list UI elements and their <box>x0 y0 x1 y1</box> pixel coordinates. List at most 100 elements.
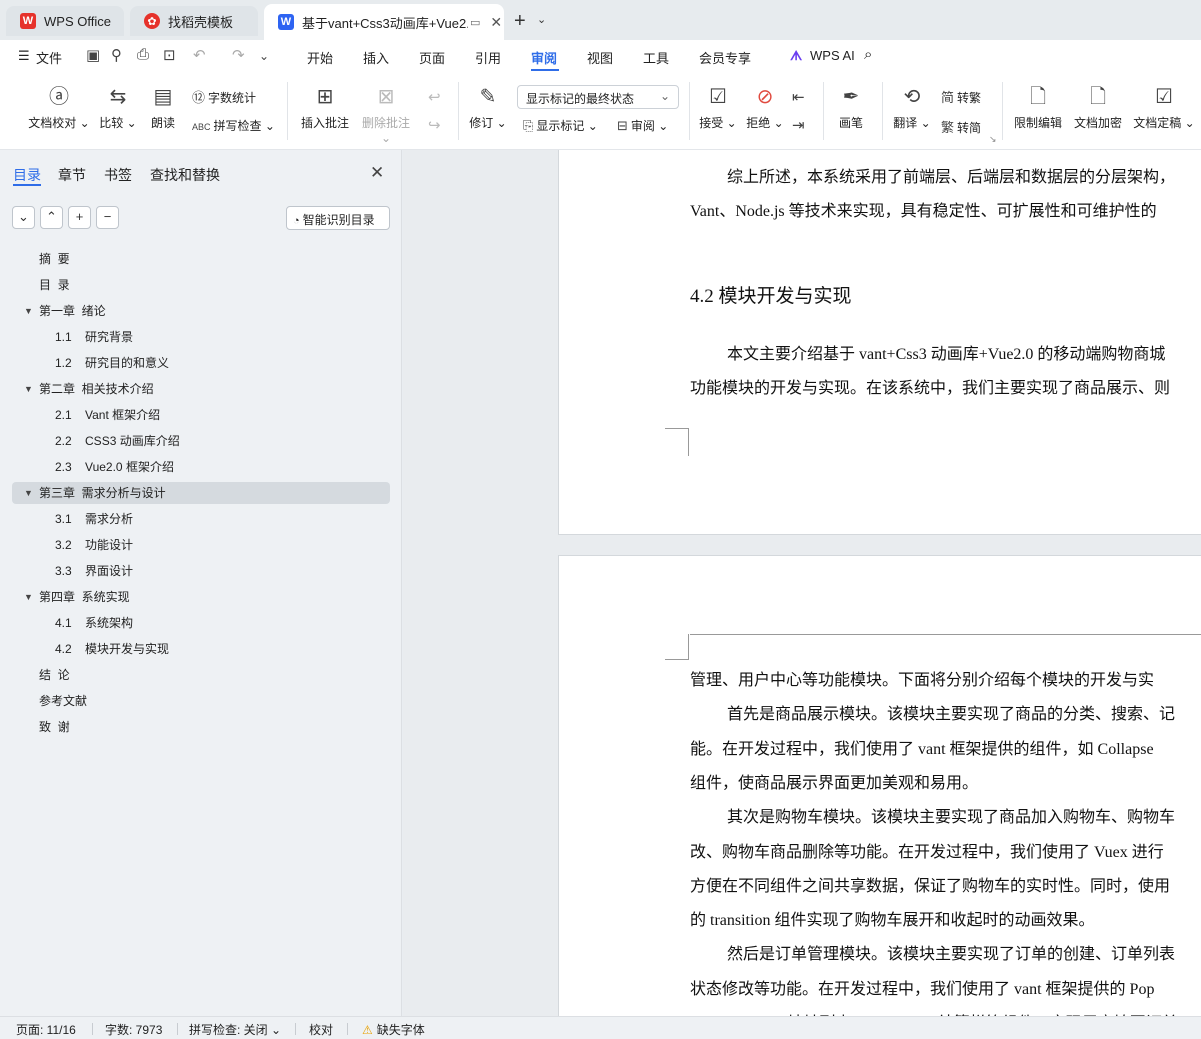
menu-member[interactable]: 会员专享 <box>699 48 751 67</box>
insert-comment-button[interactable]: ⊞ 插入批注 <box>298 86 352 131</box>
prev-change-icon[interactable]: ⇤ <box>792 88 805 106</box>
expand-arrow-icon[interactable]: ▼ <box>24 482 33 504</box>
save-icon[interactable]: ▣ <box>86 46 100 64</box>
to-traditional-button[interactable]: 简转繁 <box>941 87 981 106</box>
toc-item[interactable]: ▼ 第二章 相关技术介绍 <box>12 378 390 400</box>
read-aloud-icon: ▤ <box>153 86 173 108</box>
next-comment-icon[interactable]: ↪ <box>428 116 441 134</box>
nav-tab-find-replace[interactable]: 查找和替换 <box>150 165 220 185</box>
nav-tab-sections[interactable]: 章节 <box>58 165 86 185</box>
paragraph-line: 然后是订单管理模块。该模块主要实现了订单的创建、订单列表 <box>727 946 1176 963</box>
show-markup-button[interactable]: ⎘ 显示标记 ⌄ <box>523 117 598 134</box>
expand-arrow-icon[interactable]: ▼ <box>24 300 33 322</box>
toc-item[interactable]: 4.2 模块开发与实现 <box>12 638 390 660</box>
encrypt-button[interactable]: 🗋 文档加密 <box>1072 86 1124 131</box>
menu-references[interactable]: 引用 <box>475 48 501 67</box>
markup-state-select[interactable]: 显示标记的最终状态 ⌄ <box>517 85 679 109</box>
remove-heading-button[interactable]: − <box>96 206 119 229</box>
toc-item[interactable]: 3.2 功能设计 <box>12 534 390 556</box>
expand-arrow-icon[interactable]: ▼ <box>24 378 33 400</box>
finalize-button[interactable]: ☑ 文档定稿 ⌄ <box>1132 86 1196 131</box>
review-pane-button[interactable]: ⊟ 审阅 ⌄ <box>617 117 668 134</box>
menu-review[interactable]: 审阅 <box>531 48 557 67</box>
share-icon[interactable]: ⚲ <box>111 46 122 64</box>
toc-item[interactable]: 2.3 Vue2.0 框架介绍 <box>12 456 390 478</box>
restrict-edit-icon: 🗋 <box>1029 86 1047 108</box>
toc-item[interactable]: 2.2 CSS3 动画库介绍 <box>12 430 390 452</box>
pen-button[interactable]: ✒ 画笔 <box>834 86 868 131</box>
tab-docer-templates[interactable]: ✿ 找稻壳模板 <box>130 6 258 36</box>
toc-item[interactable]: 摘 要 <box>12 248 390 270</box>
chevron-down-icon[interactable]: ⌄ <box>537 13 546 26</box>
nav-tab-toc[interactable]: 目录 <box>13 165 41 185</box>
menu-page[interactable]: 页面 <box>419 48 445 67</box>
tab-wps-office[interactable]: W WPS Office <box>6 6 124 36</box>
toc-item-label: 参考文献 <box>39 694 88 708</box>
tab-document[interactable]: W 基于vant+Css3动画库+Vue2. ▭ ✕ <box>264 4 504 40</box>
toc-item[interactable]: 1.2 研究目的和意义 <box>12 352 390 374</box>
print-icon[interactable]: ⎙ <box>137 46 149 63</box>
restrict-edit-label: 限制编辑 <box>1013 116 1062 130</box>
add-heading-button[interactable]: + <box>68 206 91 229</box>
paragraph-line: 首先是商品展示模块。该模块主要实现了商品的分类、搜索、记 <box>727 706 1176 723</box>
finalize-label: 文档定稿 <box>1133 116 1182 130</box>
expand-all-button[interactable]: ⌄ <box>12 206 35 229</box>
menu-home[interactable]: 开始 <box>307 48 333 67</box>
restrict-edit-button[interactable]: 🗋 限制编辑 <box>1012 86 1064 131</box>
toc-item[interactable]: 2.1 Vant 框架介绍 <box>12 404 390 426</box>
proof-status[interactable]: 校对 <box>309 1021 333 1038</box>
word-count-indicator[interactable]: 字数: 7973 <box>105 1021 162 1038</box>
spell-check-button[interactable]: ABC 拼写检查 ⌄ <box>192 117 275 134</box>
menu-tools[interactable]: 工具 <box>643 48 669 67</box>
toc-item[interactable]: ▼ 第三章 需求分析与设计 <box>12 482 390 504</box>
menu-insert[interactable]: 插入 <box>363 48 389 67</box>
spell-check-status[interactable]: 拼写检查: 关闭 ⌄ <box>189 1021 281 1038</box>
search-icon[interactable]: ⌕ <box>864 46 872 63</box>
missing-font-indicator[interactable]: ⚠ 缺失字体 <box>362 1021 425 1038</box>
toc-item[interactable]: 参考文献 <box>12 690 390 712</box>
menu-view[interactable]: 视图 <box>587 48 613 67</box>
translate-icon: ⟲ <box>903 86 921 108</box>
expand-arrow-icon[interactable]: ▼ <box>24 586 33 608</box>
expand-group-icon[interactable]: ↘ <box>989 134 997 145</box>
next-change-icon[interactable]: ⇥ <box>792 116 805 134</box>
print-preview-icon[interactable]: ⊡ <box>163 46 176 64</box>
nav-tab-bookmarks[interactable]: 书签 <box>104 165 132 185</box>
smart-toc-button[interactable]: ◔ 智能识别目录 <box>286 206 390 230</box>
toc-item[interactable]: 4.1 系统架构 <box>12 612 390 634</box>
compare-button[interactable]: ⇆ 比较 ⌄ <box>97 86 139 131</box>
toc-item[interactable]: 3.3 界面设计 <box>12 560 390 582</box>
track-changes-button[interactable]: ✎ 修订 ⌄ <box>468 86 508 131</box>
toc-item[interactable]: ▼ 第一章 绪论 <box>12 300 390 322</box>
prev-comment-icon[interactable]: ↩ <box>428 88 441 106</box>
collapse-all-button[interactable]: ⌃ <box>40 206 63 229</box>
toc-item[interactable]: 致 谢 <box>12 716 390 738</box>
toc-item[interactable]: 目 录 <box>12 274 390 296</box>
redo-icon[interactable]: ↷ <box>232 46 245 64</box>
toc-item[interactable]: 结 论 <box>12 664 390 686</box>
undo-icon[interactable]: ↶ <box>193 46 206 64</box>
to-simplified-button[interactable]: 繁转简 <box>941 117 981 136</box>
toc-item-label: 第二章 相关技术介绍 <box>39 382 154 396</box>
delete-comment-button[interactable]: ⊠ 删除批注 ⌄ <box>358 86 414 145</box>
read-aloud-button[interactable]: ▤ 朗读 <box>145 86 181 131</box>
accept-button[interactable]: ☑ 接受 ⌄ <box>698 86 738 131</box>
close-tab-icon[interactable]: ✕ <box>490 14 502 31</box>
toc-item[interactable]: 3.1 需求分析 <box>12 508 390 530</box>
proofread-button[interactable]: ⓐ 文档校对 ⌄ <box>28 86 90 131</box>
toc-item[interactable]: 1.1 研究背景 <box>12 326 390 348</box>
page-indicator[interactable]: 页面: 11/16 <box>16 1021 76 1038</box>
toc-item[interactable]: ▼ 第四章 系统实现 <box>12 586 390 608</box>
paragraph-line: 综上所述，本系统采用了前端层、后端层和数据层的分层架构， <box>727 169 1176 186</box>
close-icon[interactable]: ✕ <box>370 163 384 183</box>
track-changes-label: 修订 <box>469 116 494 130</box>
menu-wps-ai[interactable]: WPS AI <box>810 48 855 63</box>
hamburger-icon[interactable]: ☰ <box>18 48 30 64</box>
word-count-button[interactable]: ⑫ 字数统计 <box>192 87 256 106</box>
more-chevron-icon[interactable]: ⌄ <box>259 49 269 63</box>
pen-label: 画笔 <box>838 116 863 130</box>
reject-button[interactable]: ⊘ 拒绝 ⌄ <box>745 86 785 131</box>
new-tab-icon[interactable]: + <box>514 10 526 33</box>
menu-file[interactable]: 文件 <box>36 48 62 67</box>
translate-button[interactable]: ⟲ 翻译 ⌄ <box>892 86 932 131</box>
